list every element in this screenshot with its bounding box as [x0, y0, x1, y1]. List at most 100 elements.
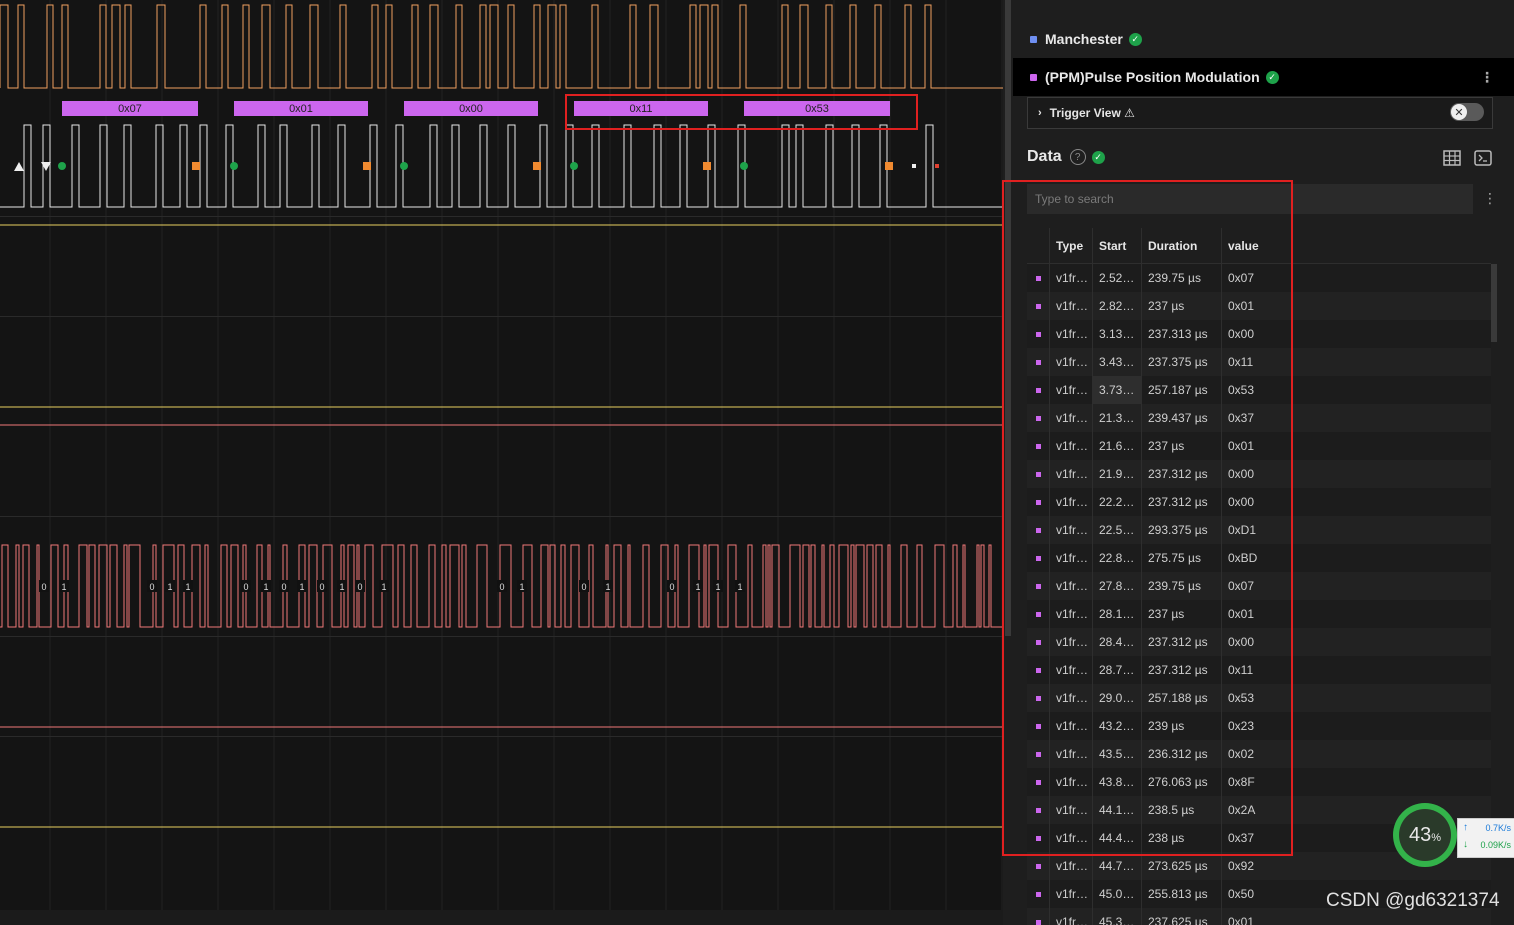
cell-start: 22.5…: [1092, 516, 1141, 544]
manchester-bit: 0: [281, 582, 286, 592]
row-color-icon: [1027, 499, 1049, 505]
cell-value: 0x11: [1221, 656, 1296, 684]
network-speed: ↑ 0.7K/s ↓ 0.09K/s: [1457, 818, 1514, 858]
cell-duration: 237.313 µs: [1141, 320, 1221, 348]
table-row[interactable]: v1fr… 22.5… 293.375 µs 0xD1: [1027, 516, 1491, 544]
manchester-bit: 1: [339, 582, 344, 592]
table-row[interactable]: v1fr… 28.7… 237.312 µs 0x11: [1027, 656, 1491, 684]
terminal-view-icon[interactable]: [1474, 150, 1492, 166]
table-row[interactable]: v1fr… 21.6… 237 µs 0x01: [1027, 432, 1491, 460]
arrow-down-icon: ↓: [1463, 839, 1468, 850]
cell-duration: 236.312 µs: [1141, 740, 1221, 768]
manchester-bit: 0: [357, 582, 362, 592]
cell-duration: 275.75 µs: [1141, 544, 1221, 572]
cell-type: v1fr…: [1049, 852, 1092, 880]
error-marker: [935, 164, 939, 168]
table-row[interactable]: v1fr… 27.8… 239.75 µs 0x07: [1027, 572, 1491, 600]
manchester-bit: 0: [319, 582, 324, 592]
cell-start: 44.1…: [1092, 796, 1141, 824]
table-header: Type Start Duration value: [1027, 228, 1491, 264]
cell-duration: 276.063 µs: [1141, 768, 1221, 796]
cell-type: v1fr…: [1049, 516, 1092, 544]
channel-1-trace: [0, 124, 1003, 208]
table-row[interactable]: v1fr… 22.2… 237.312 µs 0x00: [1027, 488, 1491, 516]
search-input[interactable]: [1027, 184, 1473, 214]
panel-splitter[interactable]: [1003, 0, 1013, 925]
cell-value: 0x50: [1221, 880, 1296, 908]
check-circle-icon: ✓: [1265, 70, 1279, 84]
table-row[interactable]: v1fr… 21.3… 239.437 µs 0x37: [1027, 404, 1491, 432]
manchester-bits: 0 1 0 1 1 0 1 0 1 0 1 0 1 0 1 0 1 0 1 1 1: [39, 580, 745, 592]
table-row[interactable]: v1fr… 3.73… 257.187 µs 0x53: [1027, 376, 1491, 404]
table-view-icon[interactable]: [1443, 150, 1461, 166]
check-circle-icon: ✓: [1091, 150, 1105, 164]
table-row[interactable]: v1fr… 29.0… 257.188 µs 0x53: [1027, 684, 1491, 712]
table-row[interactable]: v1fr… 2.52… 239.75 µs 0x07: [1027, 264, 1491, 292]
arrow-up-icon: ↑: [1463, 822, 1468, 833]
row-color-icon: [1027, 415, 1049, 421]
table-row[interactable]: v1fr… 3.43… 237.375 µs 0x11: [1027, 348, 1491, 376]
decoded-bubble-label: 0x01: [289, 103, 313, 115]
table-row[interactable]: v1fr… 43.2… 239 µs 0x23: [1027, 712, 1491, 740]
performance-monitor[interactable]: 43%: [1393, 803, 1457, 867]
trigger-view-switch[interactable]: ✕: [1450, 103, 1484, 121]
column-header-value[interactable]: value: [1221, 228, 1296, 263]
cell-value: 0x07: [1221, 572, 1296, 600]
channel-divider: [0, 216, 1003, 217]
cell-type: v1fr…: [1049, 908, 1092, 925]
analyzer-ppm[interactable]: (PPM)Pulse Position Modulation ✓ ⋮: [1013, 58, 1514, 96]
cell-value: 0x11: [1221, 348, 1296, 376]
table-row[interactable]: v1fr… 3.13… 237.313 µs 0x00: [1027, 320, 1491, 348]
more-options-icon[interactable]: ⋮: [1483, 190, 1497, 207]
table-scrollbar[interactable]: [1491, 264, 1497, 342]
table-row[interactable]: v1fr… 43.8… 276.063 µs 0x8F: [1027, 768, 1491, 796]
data-section-header: Data ? ✓: [1027, 148, 1105, 166]
cell-start: 22.8…: [1092, 544, 1141, 572]
manchester-bit: 1: [263, 582, 268, 592]
row-color-icon: [1027, 639, 1049, 645]
waveform-view[interactable]: 0x07 0x01 0x00 0x11 0x53 0 1 0 1 1 0 1 0 1 0 1 0 1 0 1…: [0, 0, 1003, 925]
cell-start: 3.73…: [1092, 376, 1141, 404]
table-row[interactable]: v1fr… 28.4… 237.312 µs 0x00: [1027, 628, 1491, 656]
cell-value: 0x23: [1221, 712, 1296, 740]
cell-value: 0x37: [1221, 824, 1296, 852]
cell-value: 0x01: [1221, 432, 1296, 460]
table-row[interactable]: v1fr… 2.82… 237 µs 0x01: [1027, 292, 1491, 320]
stop-marker: [533, 162, 541, 170]
cell-type: v1fr…: [1049, 320, 1092, 348]
table-row[interactable]: v1fr… 22.8… 275.75 µs 0xBD: [1027, 544, 1491, 572]
cell-start: 3.43…: [1092, 348, 1141, 376]
horizontal-scrollbar[interactable]: [0, 910, 1003, 925]
row-color-icon: [1027, 359, 1049, 365]
analyzer-color-icon: [1030, 73, 1037, 81]
table-row[interactable]: v1fr… 21.9… 237.312 µs 0x00: [1027, 460, 1491, 488]
table-row[interactable]: v1fr… 28.1… 237 µs 0x01: [1027, 600, 1491, 628]
analyzers-panel: Manchester ✓ (PPM)Pulse Position Modulat…: [1013, 0, 1514, 925]
splitter-grip[interactable]: [1005, 0, 1011, 636]
table-row[interactable]: v1fr… 43.5… 236.312 µs 0x02: [1027, 740, 1491, 768]
cell-value: 0x00: [1221, 320, 1296, 348]
manchester-bit: 1: [737, 582, 742, 592]
cell-value: 0x01: [1221, 908, 1296, 925]
cell-type: v1fr…: [1049, 880, 1092, 908]
row-color-icon: [1027, 667, 1049, 673]
manchester-bit: 0: [41, 582, 46, 592]
more-options-icon[interactable]: ⋮: [1480, 69, 1494, 86]
row-color-icon: [1027, 583, 1049, 589]
column-header-start[interactable]: Start: [1092, 228, 1141, 263]
cell-duration: 237.312 µs: [1141, 628, 1221, 656]
channel-divider: [0, 516, 1003, 517]
analyzer-manchester[interactable]: Manchester ✓: [1013, 20, 1514, 58]
column-header-type[interactable]: Type: [1049, 228, 1092, 263]
manchester-bit: 1: [381, 582, 386, 592]
question-circle-icon[interactable]: ?: [1069, 149, 1086, 165]
cell-type: v1fr…: [1049, 684, 1092, 712]
trigger-view-toggle[interactable]: › Trigger View ⚠ ✕: [1027, 97, 1493, 129]
row-color-icon: [1027, 527, 1049, 533]
row-color-icon: [1027, 751, 1049, 757]
cell-value: 0x37: [1221, 404, 1296, 432]
column-header-duration[interactable]: Duration: [1141, 228, 1221, 263]
manchester-bit: 1: [605, 582, 610, 592]
cell-duration: 237 µs: [1141, 292, 1221, 320]
cell-start: 2.82…: [1092, 292, 1141, 320]
